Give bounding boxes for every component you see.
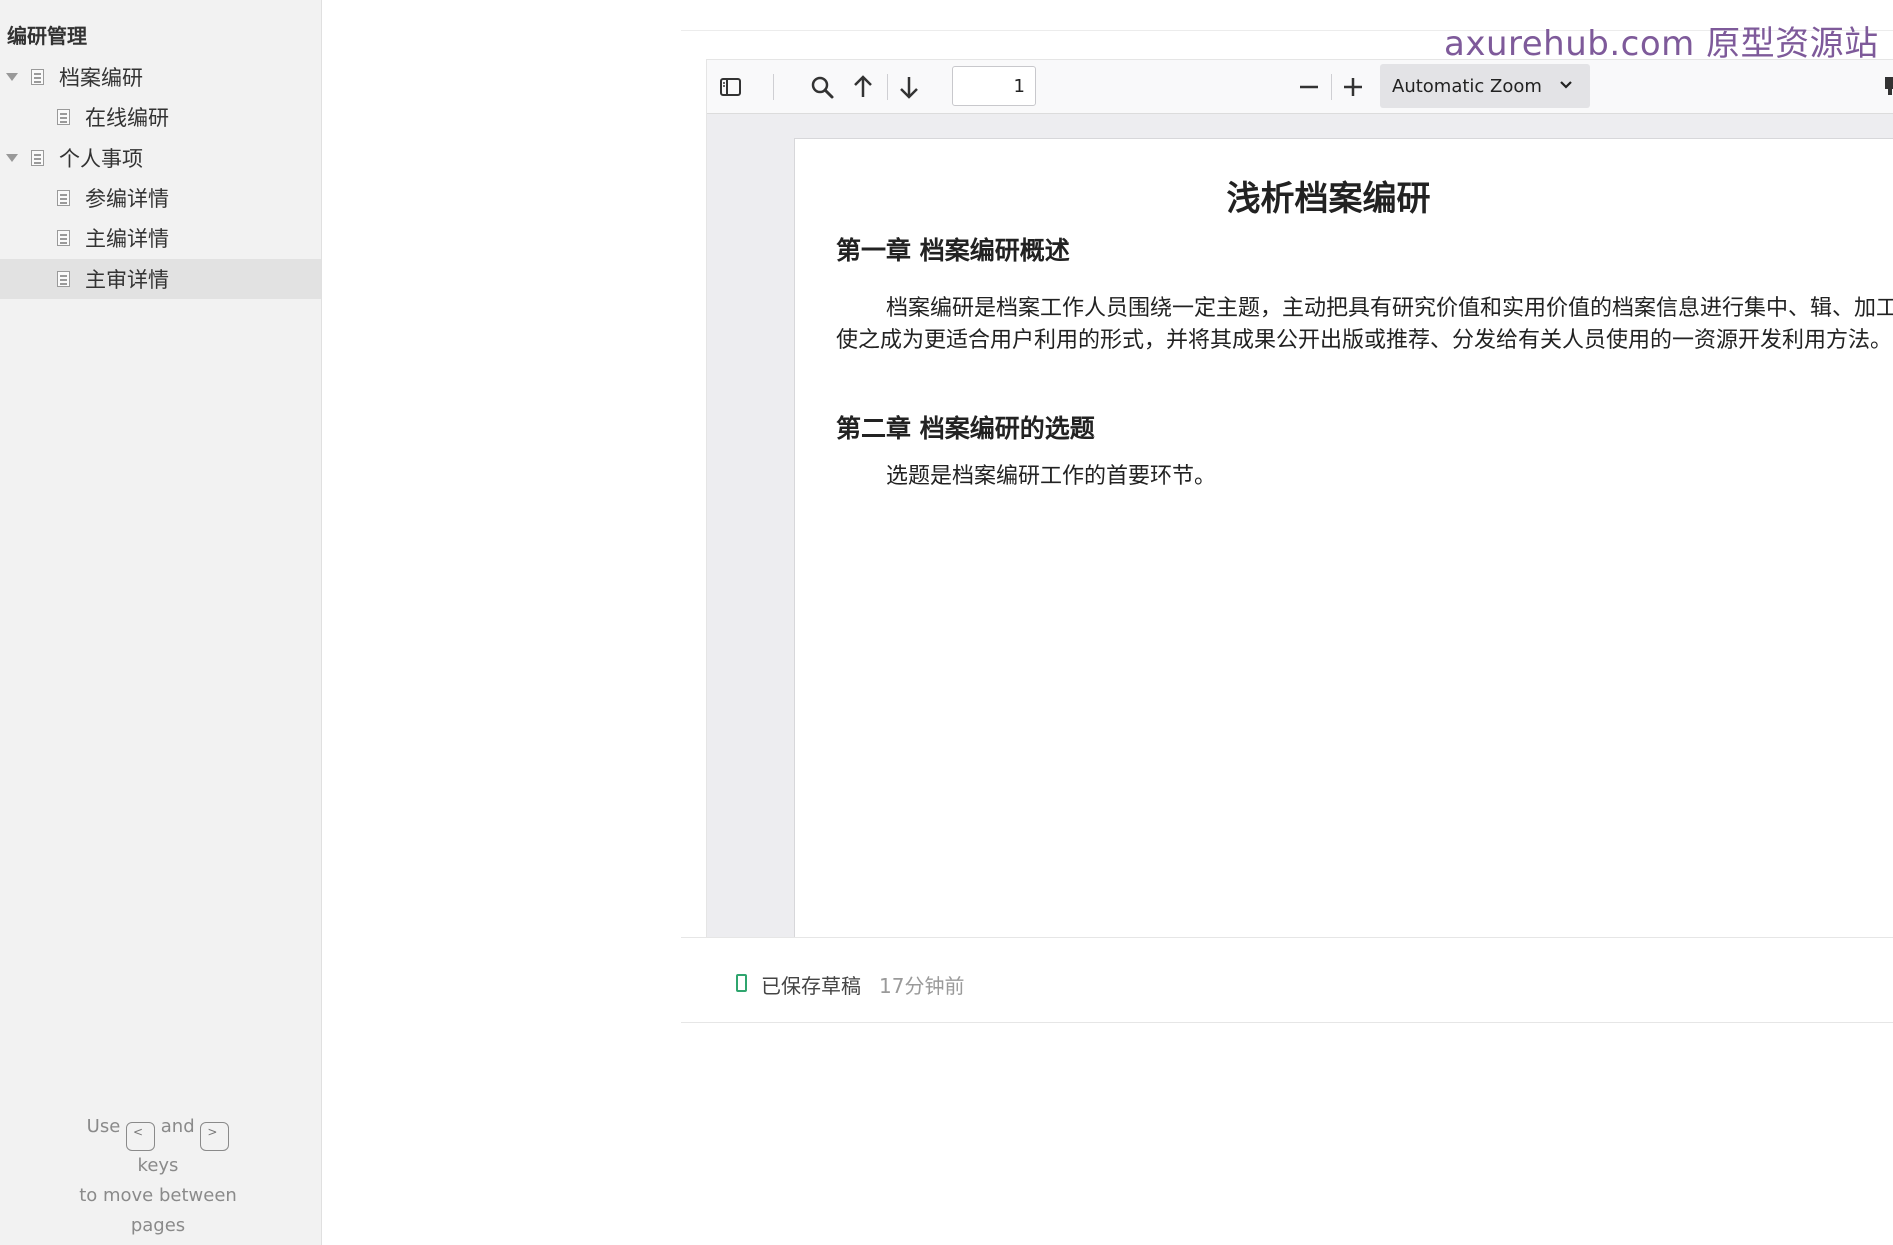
pdf-viewer: Automatic Zoom 浅析档案编研 第一章 档案编研概述 档案编研是档案…	[706, 59, 1893, 937]
document-title: 浅析档案编研	[1226, 179, 1431, 219]
viewer-content[interactable]: 浅析档案编研 第一章 档案编研概述 档案编研是档案工作人员围绕一定主题，主动把具…	[720, 114, 1893, 937]
pdf-page: 浅析档案编研 第一章 档案编研概述 档案编研是档案工作人员围绕一定主题，主动把具…	[794, 138, 1893, 937]
keyboard-hint: Use < and > keys to move between pages	[0, 1112, 316, 1241]
tree-item-label: 在线编研	[85, 106, 169, 130]
tools-icon[interactable]	[1883, 74, 1893, 100]
tree-item-co-editor-details[interactable]: 参编详情	[0, 178, 321, 218]
page-icon	[57, 230, 70, 246]
hint-keys: keys	[137, 1155, 179, 1176]
search-icon[interactable]	[805, 70, 839, 104]
zoom-in-icon[interactable]	[1336, 70, 1370, 104]
zoom-select-value: Automatic Zoom	[1392, 75, 1542, 97]
page-icon	[57, 190, 70, 206]
toolbar-separator	[1331, 74, 1332, 100]
paragraph: 选题是档案编研工作的首要环节。	[886, 464, 1217, 489]
toolbar-separator	[887, 74, 888, 100]
watermark: axurehub.com 原型资源站	[1444, 24, 1879, 64]
tree-item-chief-reviewer-details[interactable]: 主审详情	[0, 259, 321, 299]
zoom-out-icon[interactable]	[1292, 70, 1326, 104]
chapter-heading: 第一章 档案编研概述	[836, 236, 1070, 265]
hint-use: Use	[86, 1116, 121, 1137]
page-number-input[interactable]	[952, 66, 1036, 106]
toolbar-separator	[773, 74, 774, 100]
page-icon	[31, 150, 44, 166]
viewer-toolbar: Automatic Zoom	[707, 60, 1893, 114]
arrow-down-icon[interactable]	[892, 70, 926, 104]
page-icon	[57, 109, 70, 125]
tree-item-chief-editor-details[interactable]: 主编详情	[0, 218, 321, 258]
tree-item-online-research[interactable]: 在线编研	[0, 97, 321, 137]
tree-item-label: 个人事项	[59, 147, 143, 171]
page-icon	[57, 271, 70, 287]
tree-item-label: 档案编研	[59, 66, 143, 90]
arrow-up-icon[interactable]	[846, 70, 880, 104]
sidebar-title: 编研管理	[7, 24, 87, 48]
chevron-down-icon	[1560, 81, 1572, 89]
tree-item-label: 参编详情	[85, 187, 169, 211]
paragraph: 档案编研是档案工作人员围绕一定主题，主动把具有研究价值和实用价值的档案信息进行集…	[836, 296, 1893, 353]
tree-item-archive-research[interactable]: 档案编研	[0, 57, 321, 97]
saved-status: 已保存草稿	[761, 974, 861, 998]
next-key-icon: >	[200, 1122, 230, 1151]
expand-caret-icon[interactable]	[6, 73, 18, 81]
page-icon	[31, 69, 44, 85]
chapter-heading: 第二章 档案编研的选题	[836, 414, 1095, 443]
tree-item-label: 主编详情	[85, 227, 169, 251]
hint-line3: to move between	[79, 1185, 237, 1206]
zoom-select[interactable]: Automatic Zoom	[1380, 64, 1590, 108]
saved-icon	[736, 974, 747, 992]
expand-caret-icon[interactable]	[6, 154, 18, 162]
sidebar-toggle-icon[interactable]	[713, 70, 747, 104]
main-panel: Automatic Zoom 浅析档案编研 第一章 档案编研概述 档案编研是档案…	[681, 0, 1893, 1025]
tree-item-personal-matters[interactable]: 个人事项	[0, 138, 321, 178]
tree-item-label: 主审详情	[85, 268, 169, 292]
prev-key-icon: <	[126, 1122, 156, 1151]
sidebar: 编研管理 档案编研 在线编研 个人事项 参编详情 主编详情 主审详情 Use <…	[0, 0, 322, 1245]
hint-line4: pages	[130, 1215, 186, 1236]
status-bar: 已保存草稿 17分钟前	[681, 937, 1893, 1023]
hint-and: and	[160, 1116, 195, 1137]
saved-time: 17分钟前	[879, 974, 965, 998]
